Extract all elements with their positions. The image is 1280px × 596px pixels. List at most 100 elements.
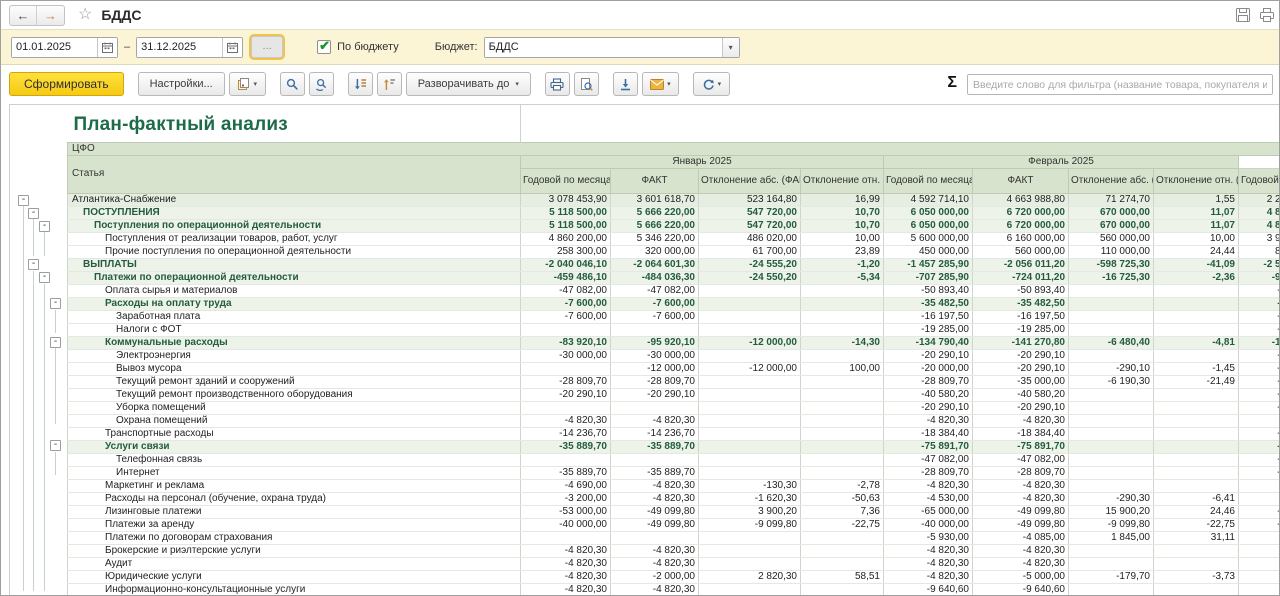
value-cell[interactable]: -4 820,30	[521, 583, 611, 595]
value-cell[interactable]	[1154, 440, 1239, 453]
value-cell[interactable]: 71 274,70	[1069, 193, 1154, 206]
value-cell[interactable]: -35 889,70	[611, 440, 699, 453]
value-cell[interactable]: -28 809,70	[1239, 375, 1280, 388]
value-cell[interactable]: -4 530,00	[884, 492, 973, 505]
article-cell[interactable]: ВЫПЛАТЫ	[68, 258, 521, 271]
value-cell[interactable]: -21 280,00	[1239, 323, 1280, 336]
tree-expander[interactable]: -	[50, 440, 61, 451]
expand-rows-button[interactable]	[377, 72, 402, 96]
value-cell[interactable]: -12 000,00	[699, 362, 801, 375]
value-cell[interactable]	[801, 401, 884, 414]
value-cell[interactable]: -20 000,00	[884, 362, 973, 375]
value-cell[interactable]: 10,70	[801, 219, 884, 232]
value-cell[interactable]: -22,75	[1154, 518, 1239, 531]
value-cell[interactable]: 3 078 453,90	[521, 193, 611, 206]
search-next-button[interactable]	[309, 72, 334, 96]
value-cell[interactable]: -18 384,40	[884, 427, 973, 440]
value-cell[interactable]: -28 809,70	[884, 466, 973, 479]
value-cell[interactable]: -40 580,20	[973, 388, 1069, 401]
value-cell[interactable]: -598 725,30	[1069, 258, 1154, 271]
value-cell[interactable]: -40 580,20	[1239, 388, 1280, 401]
value-cell[interactable]	[1154, 284, 1239, 297]
value-cell[interactable]: -28 809,70	[1239, 466, 1280, 479]
value-cell[interactable]	[1069, 427, 1154, 440]
value-cell[interactable]: -83 920,10	[521, 336, 611, 349]
value-cell[interactable]: -724 011,20	[973, 271, 1069, 284]
article-cell[interactable]: Платежи по договорам страхования	[68, 531, 521, 544]
value-cell[interactable]: 5 118 500,00	[521, 219, 611, 232]
print-icon[interactable]	[1259, 7, 1275, 23]
save-result-button[interactable]	[613, 72, 638, 96]
value-cell[interactable]: 523 164,80	[699, 193, 801, 206]
value-cell[interactable]: 3 601 618,70	[611, 193, 699, 206]
value-cell[interactable]: -4 085,00	[973, 531, 1069, 544]
value-cell[interactable]: -35 482,50	[884, 297, 973, 310]
chevron-down-icon[interactable]: ▾	[722, 38, 739, 57]
col-header-plan-mar[interactable]: Годовой по месяцам 2025	[1239, 168, 1280, 193]
value-cell[interactable]: -4 820,30	[611, 414, 699, 427]
value-cell[interactable]	[699, 414, 801, 427]
value-cell[interactable]: 5 346 220,00	[611, 232, 699, 245]
search-button[interactable]	[280, 72, 305, 96]
value-cell[interactable]	[1154, 323, 1239, 336]
article-cell[interactable]: Телефонная связь	[68, 453, 521, 466]
value-cell[interactable]	[1069, 349, 1154, 362]
value-cell[interactable]: -1 620,30	[699, 492, 801, 505]
value-cell[interactable]: 4 592 714,10	[884, 193, 973, 206]
back-button[interactable]: ←	[10, 6, 37, 25]
value-cell[interactable]: 3 950 000,00	[1239, 232, 1280, 245]
period-more-button[interactable]: ...	[251, 36, 283, 58]
tree-expander[interactable]: -	[39, 272, 50, 283]
article-cell[interactable]: Поступления по операционной деятельности	[68, 219, 521, 232]
value-cell[interactable]: 547 720,00	[699, 206, 801, 219]
value-cell[interactable]	[801, 375, 884, 388]
value-cell[interactable]: -14 236,70	[521, 427, 611, 440]
value-cell[interactable]	[1154, 557, 1239, 570]
value-cell[interactable]: -47 082,00	[884, 453, 973, 466]
value-cell[interactable]	[801, 557, 884, 570]
article-cell[interactable]: ПОСТУПЛЕНИЯ	[68, 206, 521, 219]
value-cell[interactable]: -459 486,10	[521, 271, 611, 284]
value-cell[interactable]: -49 099,80	[973, 518, 1069, 531]
value-cell[interactable]	[521, 323, 611, 336]
value-cell[interactable]: -4 820,30	[521, 414, 611, 427]
value-cell[interactable]: 6 050 000,00	[884, 206, 973, 219]
value-cell[interactable]: -49 099,80	[973, 505, 1069, 518]
value-cell[interactable]: 5 118 500,00	[521, 206, 611, 219]
value-cell[interactable]: -75 891,70	[884, 440, 973, 453]
value-cell[interactable]: -7 600,00	[521, 310, 611, 323]
value-cell[interactable]: 560 000,00	[973, 245, 1069, 258]
value-cell[interactable]: -95 920,10	[611, 336, 699, 349]
value-cell[interactable]: -1,20	[801, 258, 884, 271]
value-cell[interactable]	[1154, 544, 1239, 557]
value-cell[interactable]	[1069, 323, 1154, 336]
value-cell[interactable]: -290,30	[1069, 492, 1154, 505]
value-cell[interactable]	[1154, 297, 1239, 310]
value-cell[interactable]: 61 700,00	[699, 245, 801, 258]
value-cell[interactable]: 2 216 401,70	[1239, 193, 1280, 206]
value-cell[interactable]: -4 820,30	[611, 544, 699, 557]
article-cell[interactable]: Платежи по операционной деятельности	[68, 271, 521, 284]
article-cell[interactable]: Интернет	[68, 466, 521, 479]
value-cell[interactable]: -28 809,70	[973, 466, 1069, 479]
value-cell[interactable]: -30 000,00	[611, 349, 699, 362]
value-cell[interactable]: -290,10	[1069, 362, 1154, 375]
value-cell[interactable]: 670 000,00	[1069, 219, 1154, 232]
value-cell[interactable]	[521, 362, 611, 375]
value-cell[interactable]: -50 893,40	[973, 284, 1069, 297]
value-cell[interactable]: -3 560,00	[1239, 531, 1280, 544]
value-cell[interactable]: -22,75	[801, 518, 884, 531]
article-cell[interactable]: Расходы на персонал (обучение, охрана тр…	[68, 492, 521, 505]
value-cell[interactable]: -4 820,30	[1239, 414, 1280, 427]
value-cell[interactable]: -50,63	[801, 492, 884, 505]
value-cell[interactable]: -20 290,10	[1239, 401, 1280, 414]
value-cell[interactable]: 23,89	[801, 245, 884, 258]
value-cell[interactable]	[801, 453, 884, 466]
col-header-plan-feb[interactable]: Годовой по месяцам 2025	[884, 168, 973, 193]
value-cell[interactable]: -47 082,00	[1239, 453, 1280, 466]
value-cell[interactable]: -24 550,20	[699, 271, 801, 284]
value-cell[interactable]: -24 555,20	[699, 258, 801, 271]
month-group-january[interactable]: Январь 2025	[521, 155, 884, 168]
value-cell[interactable]	[801, 284, 884, 297]
value-cell[interactable]: -35 482,50	[973, 297, 1069, 310]
